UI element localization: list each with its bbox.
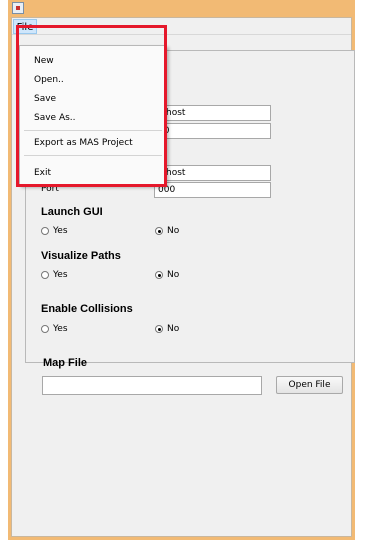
file-menu-dropdown: New Open.. Save Save As.. Export as MAS …	[19, 45, 167, 186]
radio-selected-icon	[155, 271, 163, 279]
menu-item-save[interactable]: Save	[20, 91, 166, 107]
radio-selected-icon	[155, 227, 163, 235]
enable-collisions-title: Enable Collisions	[41, 303, 133, 315]
launch-gui-yes-radio[interactable]: Yes	[41, 225, 68, 237]
radio-unselected-icon	[41, 227, 49, 235]
menu-item-export-mas[interactable]: Export as MAS Project	[20, 135, 166, 151]
port-field-1[interactable]: 00	[154, 123, 271, 139]
map-file-title: Map File	[43, 357, 88, 369]
menu-separator	[24, 130, 162, 131]
menu-item-new[interactable]: New	[20, 53, 166, 69]
enable-collisions-no-label: No	[167, 324, 180, 334]
open-file-button[interactable]: Open File	[276, 376, 343, 394]
launch-gui-title: Launch GUI	[41, 206, 103, 218]
title-bar	[8, 0, 355, 17]
host-field-1[interactable]: alhost	[154, 105, 271, 121]
launch-gui-yes-label: Yes	[53, 226, 68, 236]
launch-gui-no-radio[interactable]: No	[155, 225, 179, 237]
radio-unselected-icon	[41, 271, 49, 279]
enable-collisions-yes-label: Yes	[53, 324, 68, 334]
java-app-icon	[12, 2, 24, 14]
visualize-paths-no-label: No	[167, 270, 180, 280]
menu-item-exit[interactable]: Exit	[20, 165, 166, 181]
visualize-paths-title: Visualize Paths	[41, 250, 121, 262]
menu-bar: File	[12, 18, 351, 35]
radio-selected-icon	[155, 325, 163, 333]
visualize-paths-yes-radio[interactable]: Yes	[41, 269, 68, 281]
host-field-2[interactable]: alhost	[154, 165, 271, 181]
radio-unselected-icon	[41, 325, 49, 333]
menu-item-save-as[interactable]: Save As..	[20, 110, 166, 126]
menu-separator	[24, 155, 162, 156]
visualize-paths-no-radio[interactable]: No	[155, 269, 179, 281]
enable-collisions-yes-radio[interactable]: Yes	[41, 323, 68, 335]
launch-gui-no-label: No	[167, 226, 180, 236]
menu-file[interactable]: File	[13, 19, 37, 34]
map-file-path-input[interactable]	[42, 376, 262, 395]
visualize-paths-yes-label: Yes	[53, 270, 68, 280]
enable-collisions-no-radio[interactable]: No	[155, 323, 179, 335]
menu-item-open[interactable]: Open..	[20, 72, 166, 88]
port-field-2[interactable]: 000	[154, 182, 271, 198]
